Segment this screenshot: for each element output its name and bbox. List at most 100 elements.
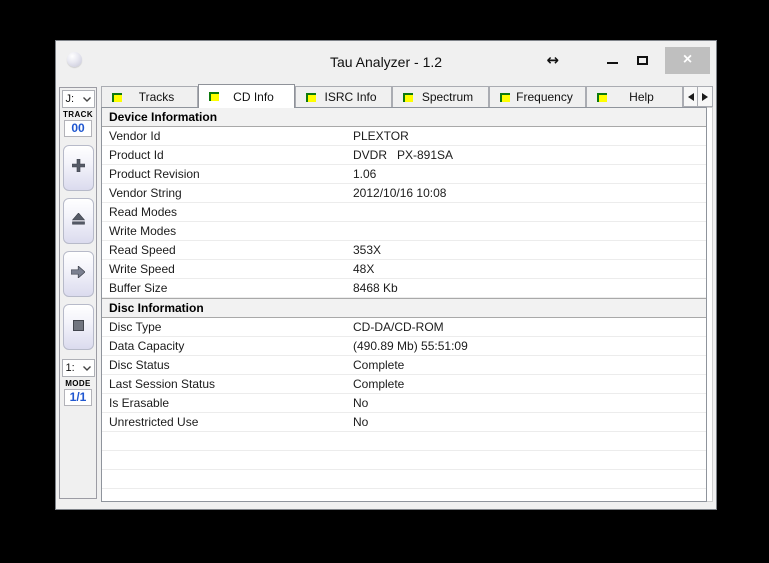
info-panel-wrap: Device Information Vendor Id PLEXTOR Pro…: [101, 107, 713, 502]
tab-scroll-right-button[interactable]: [698, 86, 713, 107]
app-icon[interactable]: [67, 52, 82, 67]
table-row: Read Speed 353X: [102, 241, 706, 260]
row-label: Buffer Size: [102, 281, 353, 295]
row-label: Read Modes: [102, 205, 353, 219]
table-row: Disc Type CD-DA/CD-ROM: [102, 318, 706, 337]
table-row: Vendor String 2012/10/16 10:08: [102, 184, 706, 203]
row-value: 353X: [353, 243, 706, 257]
tab-frequency[interactable]: Frequency: [489, 86, 586, 107]
tab-label: Help: [607, 90, 676, 104]
track-number: 00: [64, 120, 92, 137]
main-area: Tracks CD Info ISRC Info Spectrum Freque…: [101, 83, 713, 509]
mode-select-value: 1:: [66, 362, 75, 374]
mode-ratio: 1/1: [64, 389, 92, 406]
tab-label: Tracks: [122, 90, 191, 104]
triangle-right-icon: [702, 93, 708, 101]
eject-icon: [72, 212, 85, 230]
chevron-down-icon: [83, 97, 91, 102]
close-icon: ×: [683, 51, 692, 69]
row-label: Read Speed: [102, 243, 353, 257]
row-label: Write Modes: [102, 224, 353, 238]
stop-icon: [73, 318, 84, 336]
row-label: Last Session Status: [102, 377, 353, 391]
table-row-empty: [102, 489, 706, 502]
table-row: Product Id DVDR PX-891SA: [102, 146, 706, 165]
row-value: 1.06: [353, 167, 706, 181]
track-label: TRACK: [63, 111, 93, 119]
row-label: Product Revision: [102, 167, 353, 181]
row-label: Write Speed: [102, 262, 353, 276]
chevron-down-icon: [83, 366, 91, 371]
table-row-empty: [102, 451, 706, 470]
row-label: Vendor Id: [102, 129, 353, 143]
table-row: Last Session Status Complete: [102, 375, 706, 394]
tab-label: ISRC Info: [316, 90, 385, 104]
arrow-right-icon: [71, 265, 85, 283]
flag-icon: [112, 93, 122, 102]
triangle-left-icon: [688, 93, 694, 101]
section-header-disc-information: Disc Information: [102, 298, 706, 318]
table-row-empty: [102, 432, 706, 451]
row-value: 8468 Kb: [353, 281, 706, 295]
tab-help[interactable]: Help: [586, 86, 683, 107]
tab-bar: Tracks CD Info ISRC Info Spectrum Freque…: [101, 83, 713, 107]
row-label: Disc Status: [102, 358, 353, 372]
table-row: Write Modes: [102, 222, 706, 241]
maximize-icon: [637, 56, 648, 65]
row-label: Is Erasable: [102, 396, 353, 410]
row-value: 48X: [353, 262, 706, 276]
row-value: Complete: [353, 377, 706, 391]
flag-icon: [403, 93, 413, 102]
row-value: CD-DA/CD-ROM: [353, 320, 706, 334]
eject-button[interactable]: [63, 198, 94, 244]
table-row: Buffer Size 8468 Kb: [102, 279, 706, 298]
table-row: Vendor Id PLEXTOR: [102, 127, 706, 146]
tab-scroll-left-button[interactable]: [683, 86, 698, 107]
table-row: Disc Status Complete: [102, 356, 706, 375]
scrollbar-track[interactable]: [707, 107, 713, 502]
row-value: Complete: [353, 358, 706, 372]
close-button[interactable]: ×: [665, 47, 710, 74]
row-value: 2012/10/16 10:08: [353, 186, 706, 200]
row-label: Disc Type: [102, 320, 353, 334]
tab-isrc-info[interactable]: ISRC Info: [295, 86, 392, 107]
table-row: Unrestricted Use No: [102, 413, 706, 432]
resize-arrows-icon[interactable]: ↔: [546, 53, 559, 68]
row-value: PLEXTOR: [353, 129, 706, 143]
arrow-right-button[interactable]: [63, 251, 94, 297]
tab-scroll-buttons: [683, 86, 713, 107]
table-row: Write Speed 48X: [102, 260, 706, 279]
tab-cd-info[interactable]: CD Info: [198, 84, 295, 108]
flag-icon: [306, 93, 316, 102]
stop-button[interactable]: [63, 304, 94, 350]
flag-icon: [500, 93, 510, 102]
row-value: (490.89 Mb) 55:51:09: [353, 339, 706, 353]
mode-select[interactable]: 1:: [62, 359, 95, 377]
tab-spectrum[interactable]: Spectrum: [392, 86, 489, 107]
app-window: Tau Analyzer - 1.2 ↔ × J: TRACK 00: [55, 40, 717, 510]
row-label: Vendor String: [102, 186, 353, 200]
table-row: Is Erasable No: [102, 394, 706, 413]
titlebar[interactable]: Tau Analyzer - 1.2 ↔ ×: [56, 41, 716, 83]
table-row: Read Modes: [102, 203, 706, 222]
table-row: Product Revision 1.06: [102, 165, 706, 184]
minimize-icon: [607, 62, 618, 64]
plus-button[interactable]: [63, 145, 94, 191]
row-value: No: [353, 396, 706, 410]
mode-label: MODE: [65, 380, 91, 388]
row-value: DVDR PX-891SA: [353, 148, 706, 162]
tab-tracks[interactable]: Tracks: [101, 86, 198, 107]
section-header-device-information: Device Information: [102, 108, 706, 127]
minimize-button[interactable]: [597, 47, 627, 74]
table-row: Data Capacity (490.89 Mb) 55:51:09: [102, 337, 706, 356]
drive-select[interactable]: J:: [62, 90, 95, 108]
plus-icon: [72, 159, 85, 177]
table-row-empty: [102, 470, 706, 489]
maximize-button[interactable]: [627, 47, 657, 74]
tab-label: CD Info: [219, 90, 288, 104]
flag-icon: [209, 92, 219, 101]
tab-label: Spectrum: [413, 90, 482, 104]
window-title: Tau Analyzer - 1.2: [330, 54, 442, 70]
row-label: Data Capacity: [102, 339, 353, 353]
row-label: Product Id: [102, 148, 353, 162]
